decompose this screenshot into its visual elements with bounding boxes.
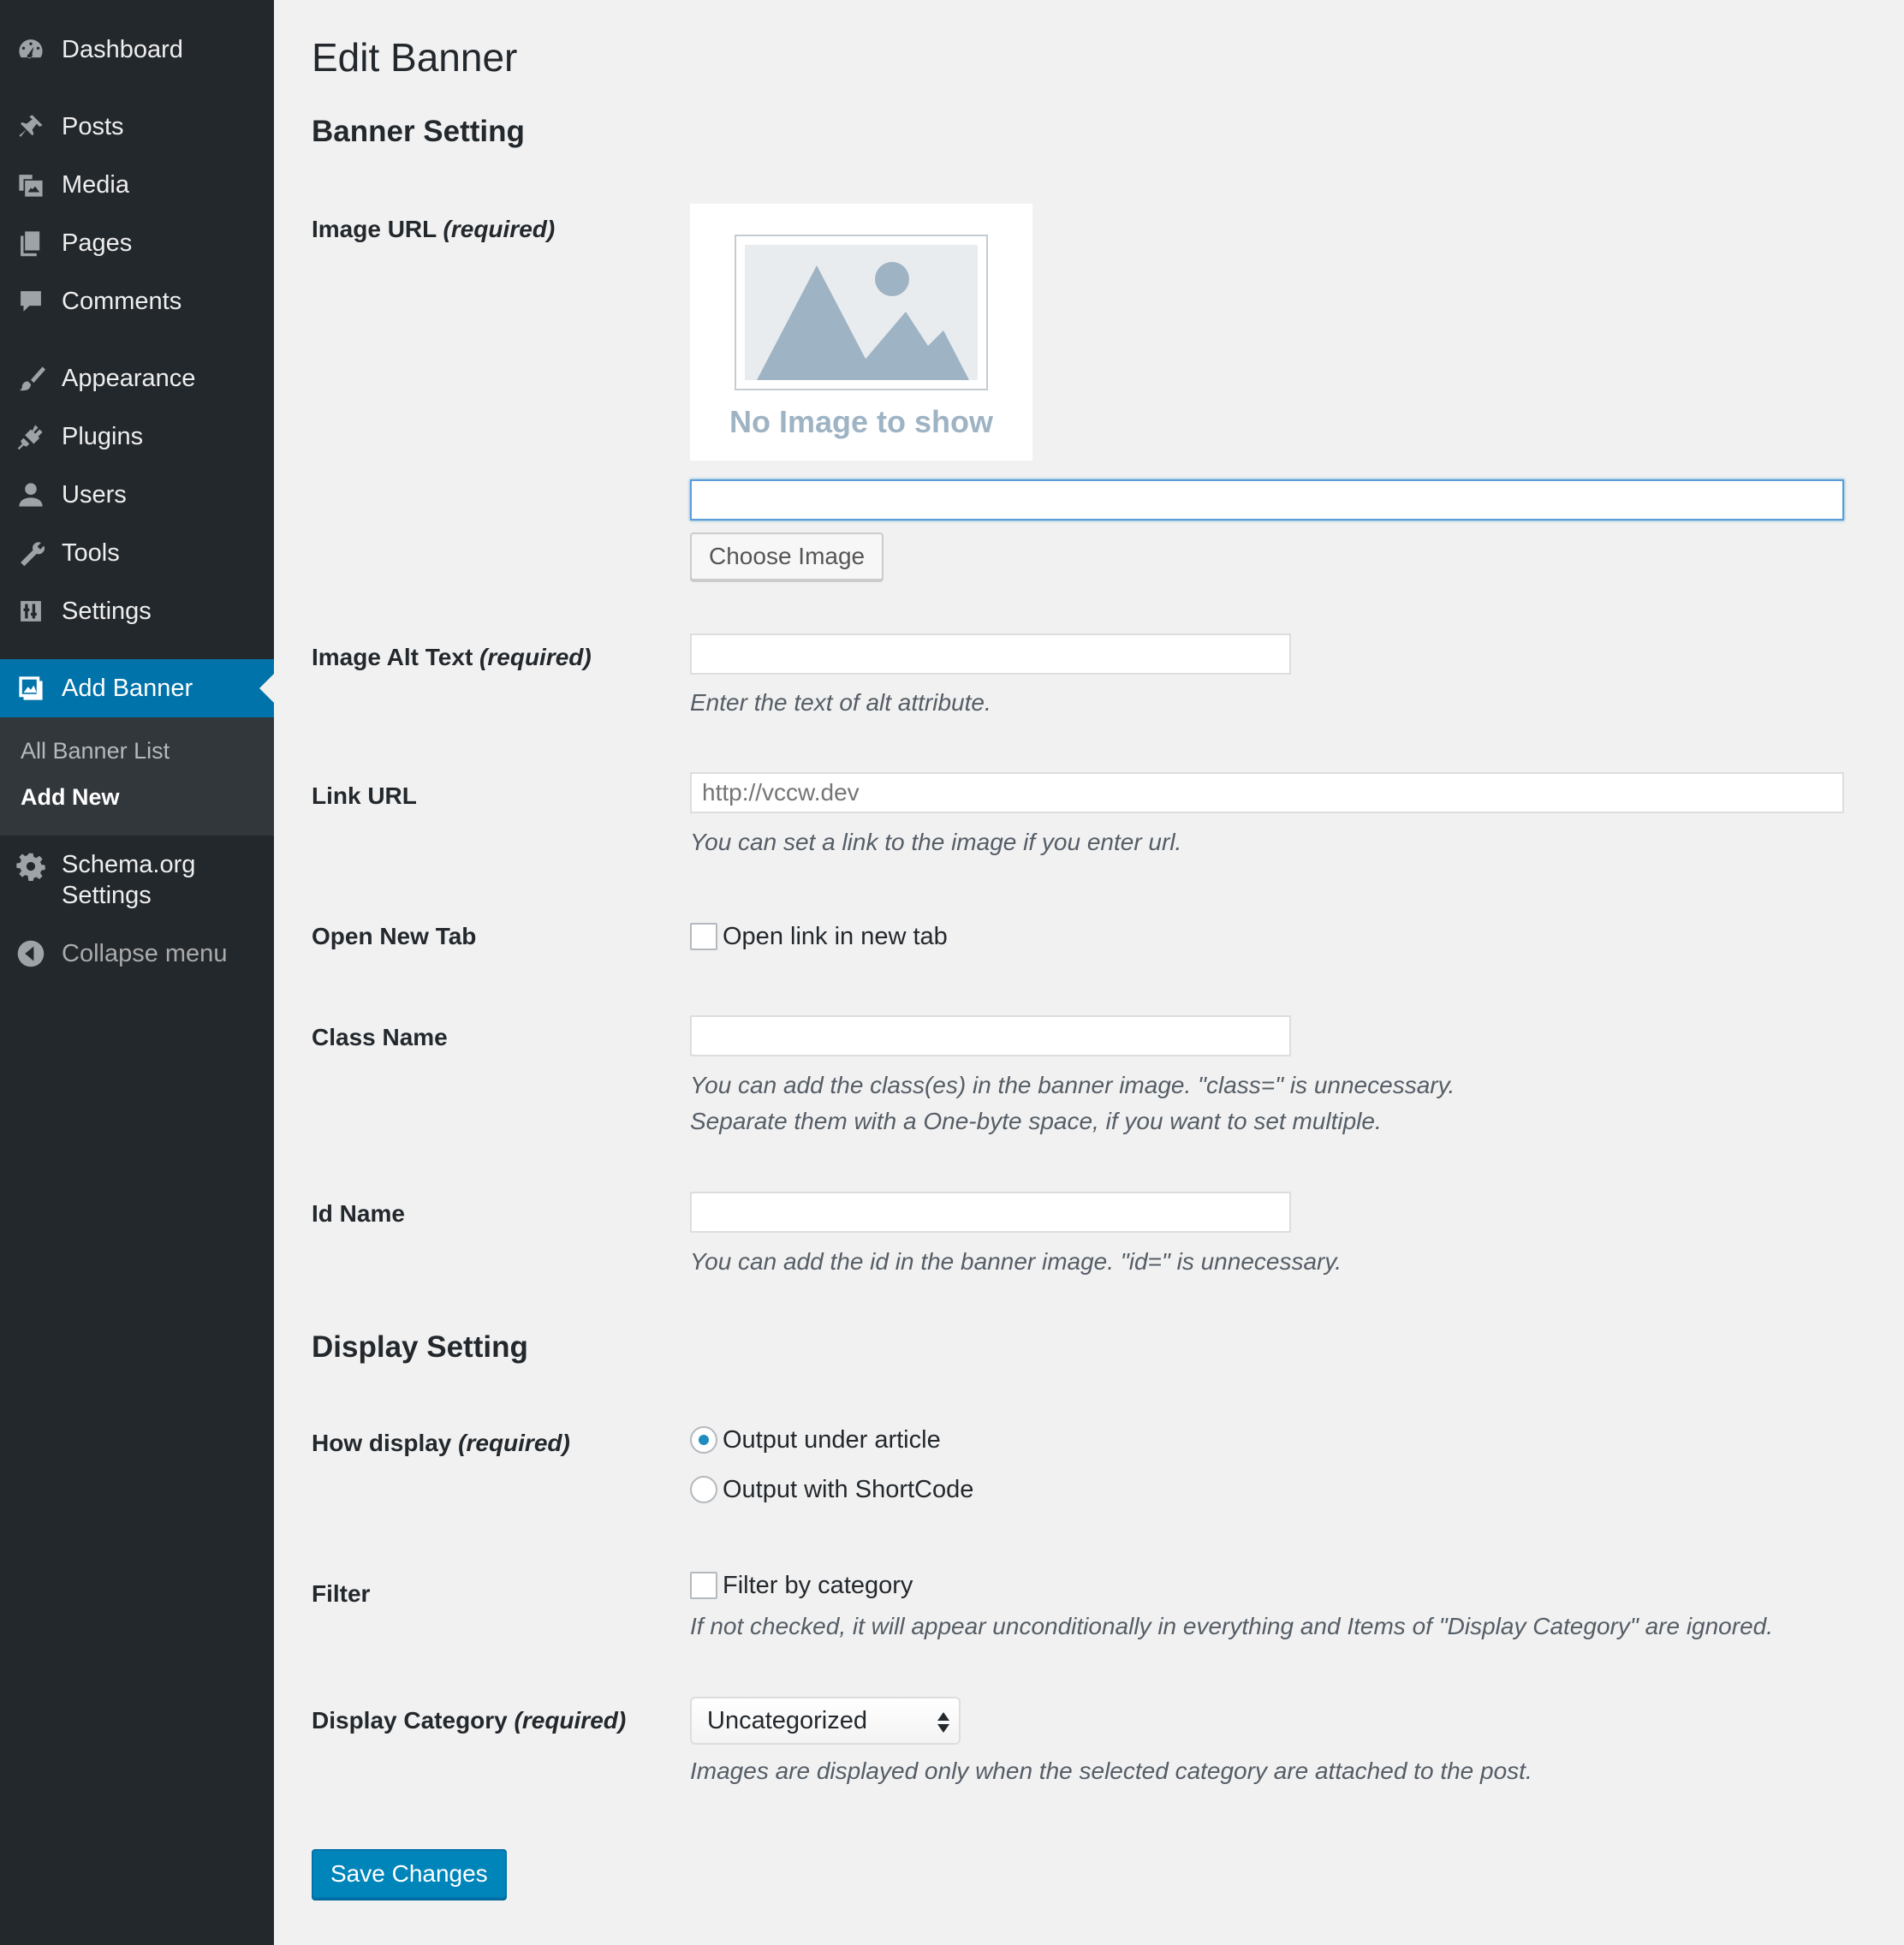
label-display-category-text: Display Category: [312, 1707, 508, 1734]
menu-label-tools: Tools: [62, 538, 120, 567]
menu-label-schema-line2: Settings: [62, 882, 152, 909]
collapse-menu-button[interactable]: Collapse menu: [0, 928, 274, 979]
menu-label-collapse: Collapse menu: [62, 939, 228, 967]
submenu-item-add-new[interactable]: Add New: [21, 784, 120, 811]
pages-icon: [15, 228, 46, 259]
menu-item-plugins[interactable]: Plugins: [0, 411, 274, 462]
class-name-description-1: You can add the class(es) in the banner …: [690, 1072, 1455, 1098]
submenu-item-all-banner-list[interactable]: All Banner List: [21, 738, 170, 764]
display-category-select[interactable]: Uncategorized: [690, 1697, 961, 1745]
label-image-alt-text: Image Alt Text (required): [312, 644, 592, 671]
collapse-icon: [15, 938, 46, 969]
label-open-new-tab: Open New Tab: [312, 923, 477, 949]
filter-by-category-checkbox[interactable]: [690, 1572, 717, 1599]
pin-icon: [15, 111, 46, 142]
menu-label-media: Media: [62, 170, 129, 199]
menu-item-posts[interactable]: Posts: [0, 101, 274, 152]
required-marker: (required): [514, 1707, 627, 1734]
link-url-description: You can set a link to the image if you e…: [690, 829, 1182, 855]
menu-label-add-banner: Add Banner: [62, 674, 193, 702]
mountain-image-icon: [745, 245, 978, 380]
filter-by-category-label[interactable]: Filter by category: [723, 1572, 913, 1600]
radio-label-output-under-article[interactable]: Output under article: [723, 1426, 941, 1454]
current-indicator-arrow: [259, 674, 274, 703]
label-image-url-text: Image URL: [312, 216, 437, 242]
menu-label-posts: Posts: [62, 112, 124, 140]
label-image-url: Image URL (required): [312, 216, 555, 243]
menu-item-dashboard[interactable]: Dashboard: [0, 24, 274, 75]
display-category-description: Images are displayed only when the selec…: [690, 1758, 1532, 1784]
label-image-alt-text-text: Image Alt Text: [312, 644, 473, 670]
choose-image-button[interactable]: Choose Image: [690, 532, 884, 580]
brush-icon: [15, 363, 46, 394]
menu-label-schema-line1: Schema.org: [62, 851, 196, 878]
menu-item-media[interactable]: Media: [0, 159, 274, 211]
class-name-input[interactable]: [690, 1015, 1291, 1056]
image-url-input[interactable]: [690, 479, 1844, 520]
menu-label-comments: Comments: [62, 287, 182, 315]
images-icon: [15, 673, 46, 704]
label-how-display-text: How display: [312, 1430, 452, 1456]
label-display-category: Display Category (required): [312, 1707, 626, 1734]
menu-label-schema-settings: Schema.org Settings: [62, 849, 195, 911]
radio-label-output-with-shortcode[interactable]: Output with ShortCode: [723, 1476, 973, 1504]
gear-icon: [15, 851, 46, 882]
menu-item-settings[interactable]: Settings: [0, 586, 274, 637]
submenu: All Banner List Add New: [0, 717, 274, 836]
media-icon: [15, 170, 46, 200]
id-name-input[interactable]: [690, 1192, 1291, 1233]
radio-output-under-article[interactable]: [690, 1426, 717, 1454]
filter-description: If not checked, it will appear unconditi…: [690, 1613, 1774, 1639]
section-heading-banner-setting: Banner Setting: [312, 115, 525, 148]
display-category-selected-value: Uncategorized: [707, 1707, 867, 1734]
menu-item-add-banner[interactable]: Add Banner: [0, 659, 274, 717]
menu-item-users[interactable]: Users: [0, 469, 274, 520]
label-class-name: Class Name: [312, 1024, 448, 1050]
id-name-description: You can add the id in the banner image. …: [690, 1248, 1342, 1275]
section-heading-display-setting: Display Setting: [312, 1330, 528, 1364]
label-id-name: Id Name: [312, 1200, 405, 1227]
placeholder-image-frame: [735, 235, 988, 390]
image-alt-text-input[interactable]: [690, 633, 1291, 675]
label-link-url: Link URL: [312, 782, 417, 809]
image-preview: No Image to show: [690, 204, 1032, 461]
admin-sidebar: Dashboard Posts Media Pages Comments App…: [0, 0, 274, 1945]
menu-label-plugins: Plugins: [62, 422, 144, 450]
menu-label-users: Users: [62, 480, 127, 509]
menu-item-appearance[interactable]: Appearance: [0, 353, 274, 404]
menu-item-tools[interactable]: Tools: [0, 527, 274, 579]
menu-item-schema-settings[interactable]: Schema.org Settings: [0, 848, 274, 916]
alt-text-description: Enter the text of alt attribute.: [690, 689, 991, 716]
user-icon: [15, 479, 46, 510]
label-filter: Filter: [312, 1580, 371, 1607]
menu-label-appearance: Appearance: [62, 364, 196, 392]
required-marker: (required): [458, 1430, 570, 1456]
select-arrows-icon: [937, 1709, 950, 1736]
class-name-description-2: Separate them with a One-byte space, if …: [690, 1108, 1382, 1134]
menu-item-pages[interactable]: Pages: [0, 217, 274, 269]
menu-item-comments[interactable]: Comments: [0, 276, 274, 327]
no-image-text: No Image to show: [729, 404, 994, 439]
menu-label-pages: Pages: [62, 229, 133, 257]
required-marker: (required): [479, 644, 592, 670]
menu-label-settings: Settings: [62, 597, 152, 625]
open-new-tab-checkbox-label[interactable]: Open link in new tab: [723, 923, 948, 951]
save-changes-button[interactable]: Save Changes: [312, 1849, 507, 1899]
comment-icon: [15, 286, 46, 317]
plug-icon: [15, 421, 46, 452]
radio-output-with-shortcode[interactable]: [690, 1476, 717, 1503]
required-marker: (required): [443, 216, 556, 242]
sliders-icon: [15, 596, 46, 627]
page-title: Edit Banner: [312, 35, 518, 80]
open-new-tab-checkbox[interactable]: [690, 923, 717, 950]
link-url-input[interactable]: [690, 772, 1844, 813]
label-how-display: How display (required): [312, 1430, 570, 1457]
wrench-icon: [15, 538, 46, 568]
dashboard-icon: [15, 34, 46, 65]
menu-label-dashboard: Dashboard: [62, 35, 183, 63]
main-content: Edit Banner Banner Setting Image URL (re…: [312, 0, 1878, 1945]
